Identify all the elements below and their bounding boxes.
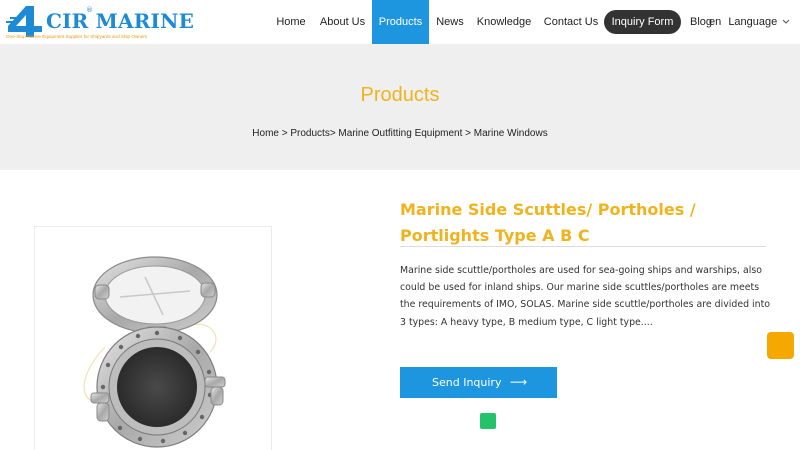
logo-text: CIR MARINE xyxy=(46,9,195,33)
chat-widget-icon[interactable] xyxy=(480,413,496,429)
product-image[interactable] xyxy=(34,226,272,450)
site-logo[interactable]: CIR MARINE ® One-Stop Marine Equipment S… xyxy=(6,4,194,42)
nav-news[interactable]: News xyxy=(432,0,468,44)
nav-contact-us[interactable]: Contact Us xyxy=(540,0,602,44)
logo-mark-icon xyxy=(6,6,42,37)
language-label: Language xyxy=(728,16,778,28)
logo-registered-mark: ® xyxy=(86,6,93,14)
nav-products[interactable]: Products xyxy=(372,0,429,44)
nav-about-us[interactable]: About Us xyxy=(315,0,370,44)
page-banner: Products Home > Products> Marine Outfitt… xyxy=(0,44,800,170)
chevron-down-icon xyxy=(782,19,790,24)
arrow-right-icon: ⟶ xyxy=(510,375,528,389)
page-title: Products xyxy=(360,84,440,106)
logo-tagline: One-Stop Marine Equipment Supplier for S… xyxy=(6,34,148,39)
product-description: Marine side scuttle/portholes are used f… xyxy=(400,265,771,328)
language-selector[interactable]: en Language xyxy=(709,0,790,44)
send-inquiry-label: Send Inquiry xyxy=(432,376,502,389)
floating-contact-button[interactable] xyxy=(767,332,794,359)
breadcrumb: Home > Products> Marine Outfitting Equip… xyxy=(252,128,548,139)
porthole-image-icon xyxy=(83,256,226,448)
send-inquiry-button[interactable]: Send Inquiry ⟶ xyxy=(400,367,557,398)
language-code: en xyxy=(709,16,722,28)
title-divider xyxy=(400,246,766,247)
inquiry-form-button[interactable]: Inquiry Form xyxy=(604,10,681,34)
product-title: Marine Side Scuttles/ Portholes / Portli… xyxy=(400,200,696,245)
site-header: CIR MARINE ® One-Stop Marine Equipment S… xyxy=(0,0,800,44)
nav-knowledge[interactable]: Knowledge xyxy=(474,0,534,44)
nav-home[interactable]: Home xyxy=(270,0,312,44)
